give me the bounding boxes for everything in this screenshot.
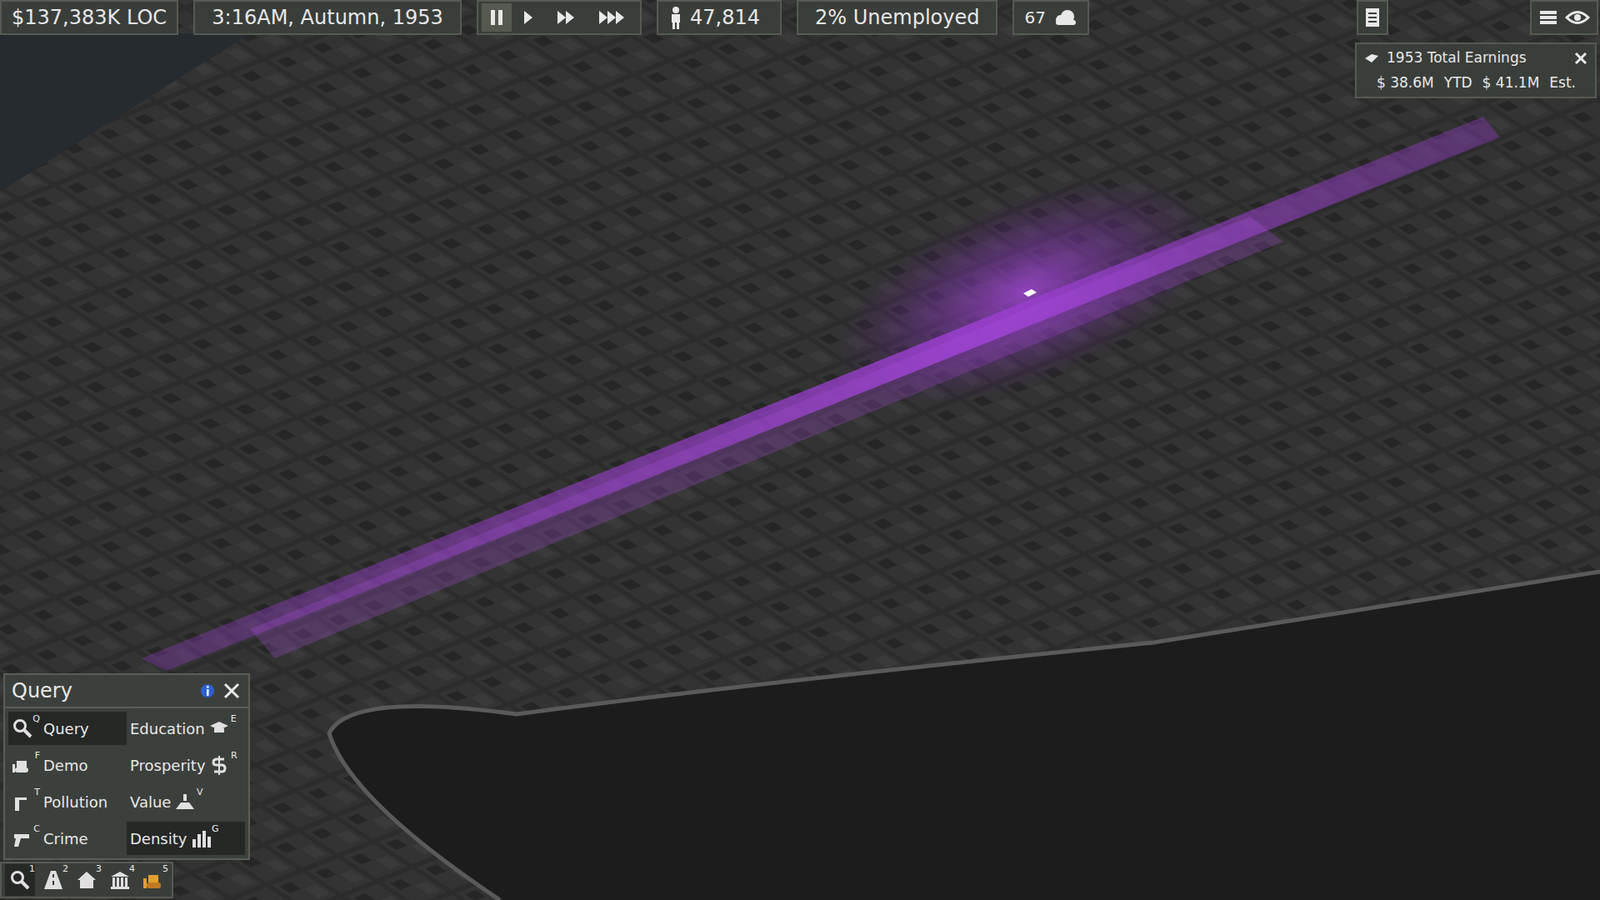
unemployment-display: 2% Unemployed bbox=[796, 0, 998, 35]
government-building-icon bbox=[109, 869, 131, 891]
query-mode-button[interactable]: FDemo bbox=[8, 748, 127, 782]
dollar-icon bbox=[209, 754, 231, 776]
tool-button[interactable]: 4 bbox=[105, 864, 135, 896]
magnifier-icon bbox=[11, 717, 34, 740]
pause-icon bbox=[488, 7, 505, 28]
bar-chart-icon bbox=[190, 827, 212, 850]
query-mode-button[interactable]: TPollution bbox=[8, 785, 127, 819]
tool-button[interactable]: 1 bbox=[5, 864, 35, 896]
money-display: $137,383K LOC bbox=[0, 0, 179, 35]
toolbar: 12345 bbox=[0, 861, 174, 899]
fast-icon bbox=[555, 7, 580, 28]
play-icon bbox=[521, 7, 539, 28]
date-display: 3:16AM, Autumn, 1953 bbox=[193, 0, 462, 35]
tool-button[interactable]: 5 bbox=[138, 864, 169, 896]
population-display: 47,814 bbox=[656, 0, 782, 35]
query-title-bar: Query bbox=[5, 675, 249, 709]
land-value-icon bbox=[174, 790, 196, 813]
money-icon bbox=[1363, 52, 1380, 65]
query-mode-button[interactable]: RProsperity bbox=[126, 748, 245, 782]
fastest-icon bbox=[596, 7, 630, 28]
house-icon bbox=[75, 869, 98, 891]
smokestack-icon bbox=[11, 790, 34, 813]
game-screen: $137,383K LOC 3:16AM, Autumn, 1953 47,814 2… bbox=[0, 0, 1600, 900]
query-panel: QueryQQueryEEducationFDemoRProsperityTPo… bbox=[3, 673, 250, 860]
query-mode-button[interactable]: CCrime bbox=[8, 821, 127, 855]
speed-button[interactable] bbox=[548, 3, 587, 32]
graduation-cap-icon bbox=[208, 717, 230, 740]
road-icon bbox=[42, 869, 65, 891]
close-icon[interactable] bbox=[1573, 50, 1589, 66]
eye-icon[interactable] bbox=[1565, 8, 1590, 27]
earnings-header: 1953 Total Earnings bbox=[1363, 47, 1589, 70]
gun-icon bbox=[11, 827, 34, 850]
speed-button[interactable] bbox=[515, 3, 545, 32]
info-icon[interactable] bbox=[200, 682, 215, 700]
report-button[interactable] bbox=[1356, 0, 1389, 35]
speed-controls bbox=[476, 0, 642, 35]
menu-icon[interactable] bbox=[1538, 8, 1559, 27]
speed-button[interactable] bbox=[481, 3, 512, 32]
bulldozer-icon bbox=[142, 869, 165, 891]
cloud-icon bbox=[1052, 9, 1078, 26]
query-mode-button[interactable]: GDensity bbox=[126, 821, 245, 855]
person-icon bbox=[668, 5, 684, 30]
query-modes: QQueryEEducationFDemoRProsperityTPolluti… bbox=[5, 708, 249, 859]
earnings-panel: 1953 Total Earnings$ 38.6MYTD$ 41.1MEst. bbox=[1355, 42, 1597, 99]
query-mode-button[interactable]: EEducation bbox=[126, 711, 245, 745]
bulldozer-icon bbox=[11, 754, 34, 776]
document-icon bbox=[1364, 6, 1381, 29]
top-right-buttons bbox=[1356, 0, 1599, 35]
query-mode-button[interactable]: QQuery bbox=[8, 711, 127, 745]
earnings-values: $ 38.6MYTD$ 41.1MEst. bbox=[1363, 72, 1589, 95]
tool-button[interactable]: 3 bbox=[71, 864, 102, 896]
speed-button[interactable] bbox=[590, 3, 637, 32]
magnifier-icon bbox=[9, 869, 31, 891]
query-mode-button[interactable]: VValue bbox=[126, 785, 245, 819]
menu-group bbox=[1530, 0, 1599, 35]
weather-display: 67 bbox=[1012, 0, 1089, 35]
close-icon[interactable] bbox=[221, 680, 242, 701]
tool-button[interactable]: 2 bbox=[38, 864, 69, 896]
top-bar: $137,383K LOC 3:16AM, Autumn, 1953 47,814 2… bbox=[0, 0, 1090, 35]
